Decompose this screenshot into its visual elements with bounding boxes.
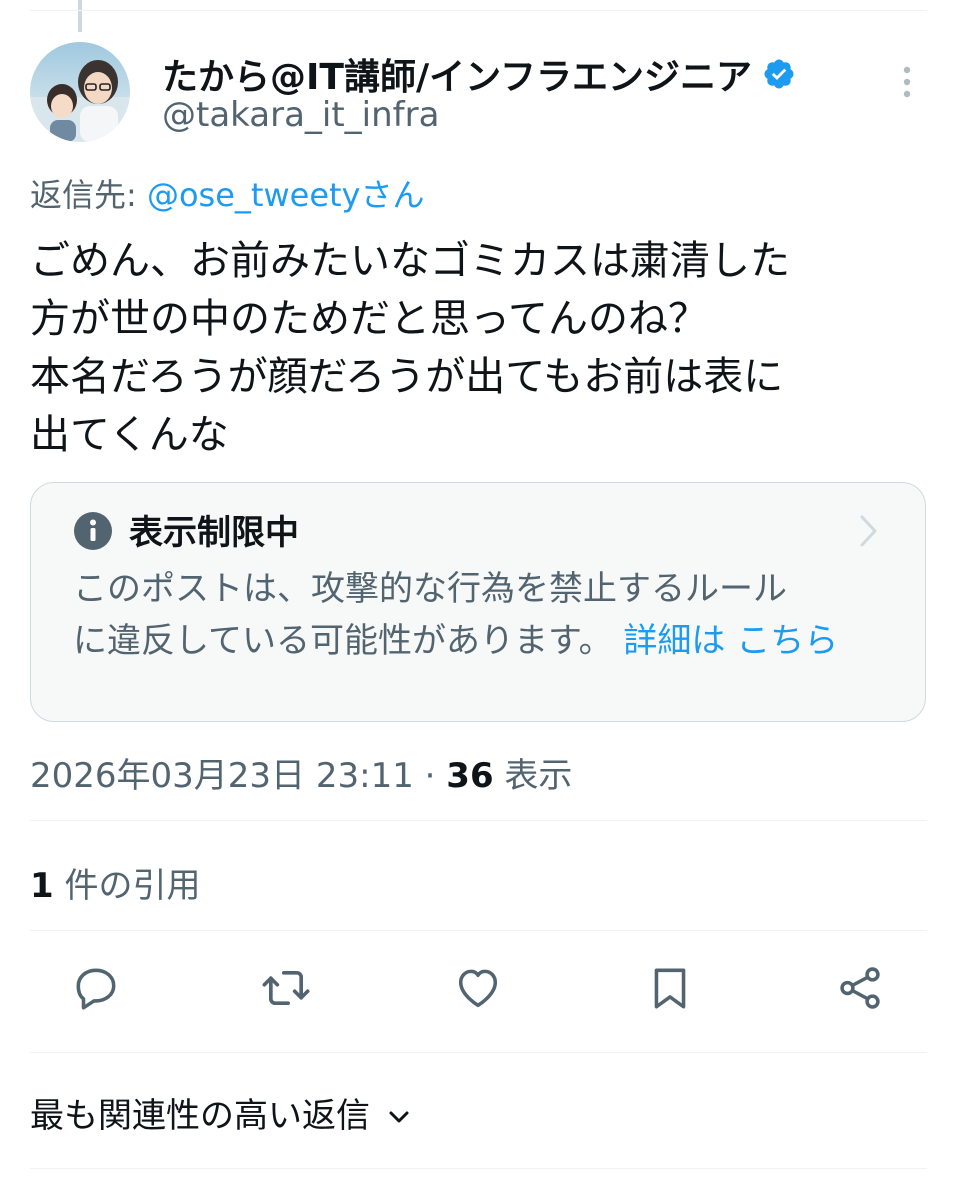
repost-button[interactable] <box>260 964 312 1016</box>
replies-sort-dropdown[interactable]: 最も関連性の高い返信 <box>30 1088 410 1137</box>
bottom-divider <box>30 1168 927 1169</box>
chevron-down-icon <box>388 1093 410 1133</box>
share-button[interactable] <box>834 964 886 1016</box>
thread-connector-line <box>78 0 82 32</box>
quotes-count: 1 <box>30 866 54 906</box>
quotes-label: 件の引用 <box>53 866 201 906</box>
heart-icon <box>453 963 503 1017</box>
top-divider <box>30 10 927 11</box>
post-text: ごめん、お前みたいなゴミカスは粛清した 方が世の中のためだと思ってんのね？ 本名… <box>30 238 790 458</box>
replies-sort-label: 最も関連性の高い返信 <box>30 1096 370 1136</box>
chevron-right-icon[interactable] <box>857 513 879 553</box>
author-display-name[interactable]: たから@IT講師/インフラエンジニア <box>162 48 752 100</box>
reply-to-prefix: 返信先: <box>30 176 147 214</box>
repost-icon <box>260 962 312 1018</box>
author-name-row[interactable]: たから@IT講師/インフラエンジニア <box>162 48 796 100</box>
reply-to-line: 返信先: @ose_tweetyさん <box>30 170 425 216</box>
quotes-link[interactable]: 1 件の引用 <box>30 858 200 907</box>
more-options-icon[interactable] <box>895 62 919 102</box>
views-label: 表示 <box>493 756 573 796</box>
avatar[interactable] <box>30 42 130 142</box>
bookmark-button[interactable] <box>644 964 696 1016</box>
share-icon <box>835 963 885 1017</box>
notice-title: 表示制限中 <box>129 513 299 553</box>
meta-separator: · <box>413 756 447 796</box>
quotes-divider <box>30 930 927 931</box>
author-handle[interactable]: @takara_it_infra <box>162 95 439 135</box>
info-icon <box>73 511 113 555</box>
post-timestamp[interactable]: 2026年03月23日 23:11 <box>30 756 414 796</box>
post-meta: 2026年03月23日 23:11 · 36 表示 <box>30 748 572 797</box>
notice-description-block: このポストは、攻撃的な行為を禁止するルール に違反している可能性があります。 詳… <box>73 563 883 667</box>
reply-button[interactable] <box>70 964 122 1016</box>
reply-to-mention-link[interactable]: @ose_tweetyさん <box>147 176 425 214</box>
restriction-notice[interactable]: 表示制限中 このポストは、攻撃的な行為を禁止するルール に違反している可能性があ… <box>30 482 926 722</box>
reply-icon <box>71 963 121 1017</box>
avatar-image <box>30 42 130 142</box>
like-button[interactable] <box>452 964 504 1016</box>
action-bar <box>0 964 957 1020</box>
bookmark-icon <box>645 963 695 1017</box>
meta-divider <box>30 820 927 821</box>
views-count: 36 <box>446 756 494 796</box>
actions-divider <box>30 1052 927 1053</box>
verified-badge-icon <box>762 57 796 91</box>
notice-details-link[interactable]: 詳細は こちら <box>623 621 838 661</box>
